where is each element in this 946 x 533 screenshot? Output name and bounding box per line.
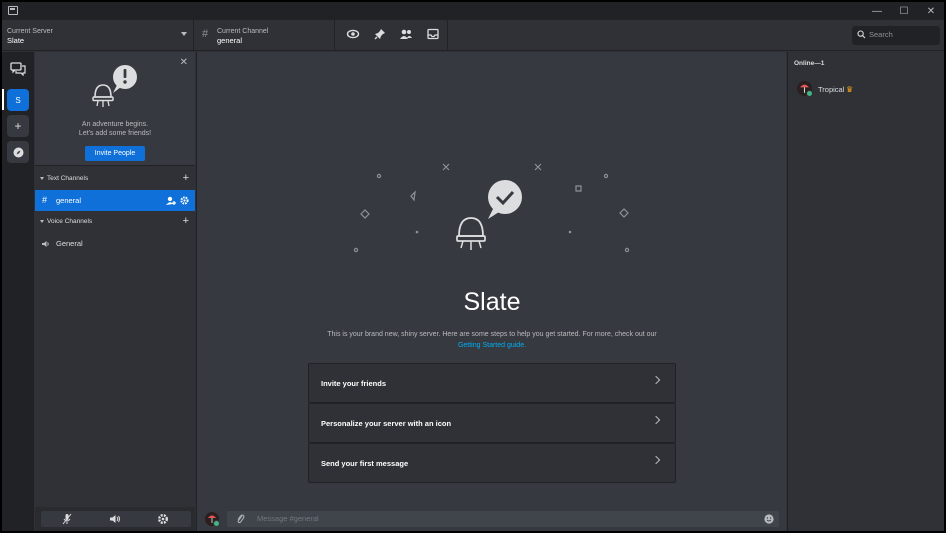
add-member-icon[interactable] <box>166 196 176 206</box>
hash-icon: # <box>202 28 209 40</box>
invite-card: ✕ An adventure begins. Let's add some fr… <box>35 52 195 166</box>
voice-channels-category[interactable]: Voice Channels + <box>35 215 195 228</box>
add-server-button[interactable]: + <box>7 115 29 137</box>
direct-messages-button[interactable] <box>7 58 29 80</box>
speaker-volume-icon[interactable] <box>109 513 121 525</box>
app-icon <box>8 6 18 15</box>
card-label: Send your first message <box>321 459 409 468</box>
search-placeholder: Search <box>869 30 893 39</box>
pin-icon[interactable] <box>373 27 387 41</box>
user-avatar[interactable] <box>205 512 220 527</box>
message-input[interactable]: Message #general <box>227 511 779 527</box>
card-label: Invite your friends <box>321 379 387 388</box>
getting-started-link[interactable]: Getting Started guide. <box>197 340 787 351</box>
members-icon[interactable] <box>399 27 413 41</box>
invite-line-2: Let's add some friends! <box>78 130 152 137</box>
invite-people-button[interactable]: Invite People <box>85 146 145 161</box>
add-text-channel-icon[interactable]: + <box>183 172 189 184</box>
message-bar: Message #general <box>196 507 786 531</box>
member-list: Online—1 Tropical ♛ <box>787 52 944 531</box>
current-channel-label: Current Channel <box>217 28 269 35</box>
eye-icon[interactable] <box>346 27 360 41</box>
main-content: Slate This is your brand new, shiny serv… <box>196 52 786 507</box>
minimize-button[interactable]: — <box>862 2 892 20</box>
user-controls <box>41 511 191 527</box>
server-slate-button[interactable]: S <box>7 89 29 111</box>
member-avatar[interactable] <box>797 81 813 97</box>
voice-channels-label: Voice Channels <box>47 218 93 225</box>
invite-friends-card[interactable]: Invite your friends <box>308 363 676 403</box>
maximize-button[interactable]: ☐ <box>889 2 919 20</box>
card-label: Personalize your server with an icon <box>321 419 452 428</box>
close-icon[interactable]: ✕ <box>180 57 188 68</box>
search-input[interactable]: Search <box>852 26 940 45</box>
top-bar: Current Server Slate # Current Channel g… <box>2 20 944 51</box>
chat-bubbles-icon <box>10 62 26 76</box>
channel-panel: ✕ An adventure begins. Let's add some fr… <box>35 52 195 531</box>
channel-item-voice-general[interactable]: General <box>35 233 195 254</box>
umbrella-avatar-icon <box>800 84 809 93</box>
chevron-down-icon <box>181 32 187 36</box>
description-text: This is your brand new, shiny server. He… <box>327 331 657 338</box>
explore-servers-button[interactable] <box>7 141 29 163</box>
chevron-right-icon <box>651 455 661 465</box>
hash-icon: # <box>42 195 48 205</box>
invite-line-1: An adventure begins. <box>81 121 149 128</box>
chevron-right-icon <box>651 375 661 385</box>
welcome-illustration <box>92 65 137 107</box>
add-voice-channel-icon[interactable]: + <box>183 215 189 227</box>
server-title: Slate <box>463 288 521 316</box>
chevron-right-icon <box>651 415 661 425</box>
selected-server-indicator <box>2 89 4 110</box>
title-bar: — ☐ ✕ <box>2 2 944 20</box>
search-icon <box>857 30 866 39</box>
emoji-icon[interactable] <box>764 514 774 524</box>
close-window-button[interactable]: ✕ <box>916 2 944 20</box>
channel-selector[interactable]: # Current Channel general <box>195 20 335 51</box>
text-channels-label: Text Channels <box>47 175 89 182</box>
inbox-icon[interactable] <box>426 27 440 41</box>
server-description: This is your brand new, shiny server. He… <box>197 329 787 351</box>
server-selector[interactable]: Current Server Slate <box>2 20 194 51</box>
gear-icon[interactable] <box>180 196 189 205</box>
current-channel-name: general <box>217 36 243 45</box>
mute-microphone-icon[interactable] <box>61 513 73 525</box>
welcome-stars-illustration <box>353 163 630 253</box>
channel-name: General <box>56 239 83 248</box>
channel-toolbar <box>338 20 448 51</box>
online-header: Online—1 <box>794 60 825 67</box>
current-server-name: Slate <box>7 36 25 45</box>
speaker-icon <box>42 241 49 247</box>
member-name[interactable]: Tropical <box>818 85 844 94</box>
umbrella-avatar-icon <box>208 515 216 523</box>
text-channels-category[interactable]: Text Channels + <box>35 172 195 185</box>
channel-item-general[interactable]: # general <box>35 190 195 211</box>
crown-icon: ♛ <box>846 85 854 94</box>
user-controls-bar <box>35 507 195 531</box>
current-server-label: Current Server <box>7 28 53 35</box>
compass-icon <box>13 147 23 157</box>
attach-icon[interactable] <box>236 514 245 524</box>
server-rail: S + <box>2 52 34 531</box>
send-first-message-card[interactable]: Send your first message <box>308 443 676 483</box>
invite-text: An adventure begins. Let's add some frie… <box>35 120 195 138</box>
personalize-server-card[interactable]: Personalize your server with an icon <box>308 403 676 443</box>
message-placeholder: Message #general <box>257 514 319 523</box>
user-settings-gear-icon[interactable] <box>157 513 169 525</box>
channel-name: general <box>56 196 82 205</box>
app-window: — ☐ ✕ Current Server Slate # Current Cha… <box>2 2 944 531</box>
